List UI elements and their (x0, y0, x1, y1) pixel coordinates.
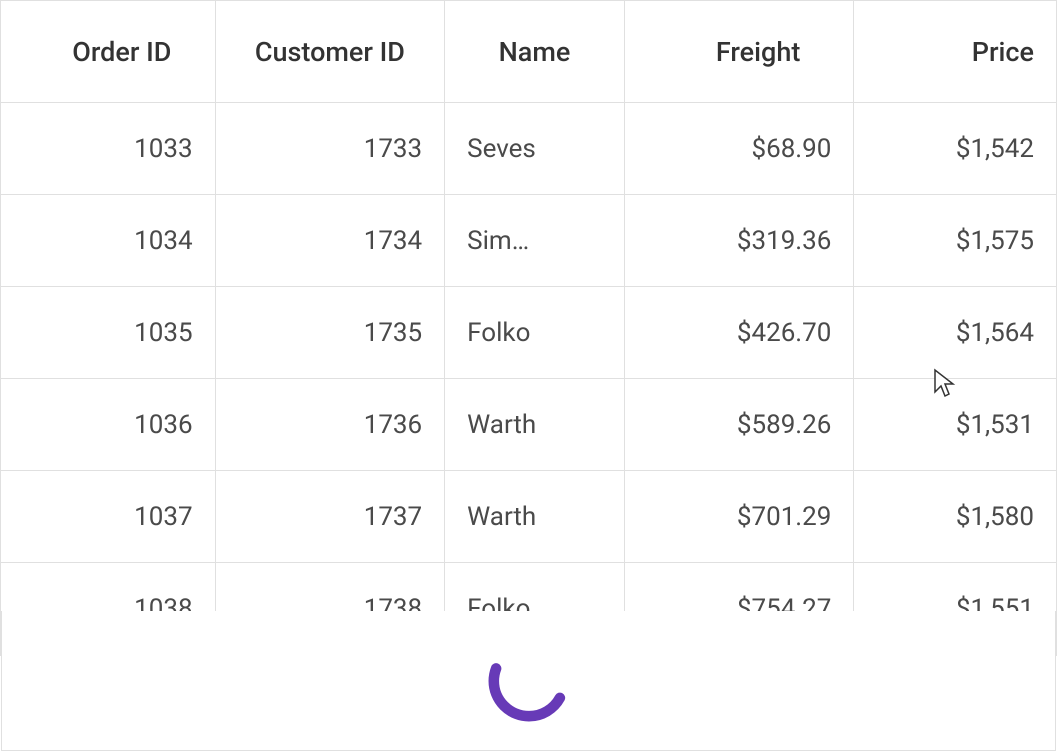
column-header-price[interactable]: Price (854, 1, 1056, 102)
cell-name: Warth (445, 471, 625, 562)
table-header-row: Order ID Customer ID Name Freight Price (1, 1, 1056, 103)
cell-customer-id: 1734 (216, 195, 446, 286)
cell-order-id: 1035 (1, 287, 216, 378)
column-header-customer-id[interactable]: Customer ID (216, 1, 446, 102)
cell-order-id: 1034 (1, 195, 216, 286)
cell-price: $1,542 (854, 103, 1056, 194)
table-row[interactable]: 1037 1737 Warth $701.29 $1,580 (1, 471, 1056, 563)
data-table: Order ID Customer ID Name Freight Price … (0, 0, 1057, 656)
cell-customer-id: 1735 (216, 287, 446, 378)
column-header-freight[interactable]: Freight (625, 1, 855, 102)
cell-price: $1,575 (854, 195, 1056, 286)
table-row[interactable]: 1033 1733 Seves $68.90 $1,542 (1, 103, 1056, 195)
cell-freight: $319.36 (625, 195, 855, 286)
cell-freight: $426.70 (625, 287, 855, 378)
cell-customer-id: 1737 (216, 471, 446, 562)
table-row[interactable]: 1034 1734 Sim… $319.36 $1,575 (1, 195, 1056, 287)
cell-customer-id: 1733 (216, 103, 446, 194)
cell-freight: $701.29 (625, 471, 855, 562)
cell-price: $1,580 (854, 471, 1056, 562)
cell-name: Warth (445, 379, 625, 470)
cell-freight: $589.26 (625, 379, 855, 470)
cell-name: Sim… (445, 195, 625, 286)
cell-name: Folko (445, 287, 625, 378)
cell-name: Seves (445, 103, 625, 194)
table-row[interactable]: 1036 1736 Warth $589.26 $1,531 (1, 379, 1056, 471)
cell-price: $1,564 (854, 287, 1056, 378)
column-header-name[interactable]: Name (445, 1, 625, 102)
column-header-order-id[interactable]: Order ID (1, 1, 216, 102)
cell-order-id: 1033 (1, 103, 216, 194)
table-row[interactable]: 1035 1735 Folko $426.70 $1,564 (1, 287, 1056, 379)
cell-order-id: 1037 (1, 471, 216, 562)
cell-customer-id: 1736 (216, 379, 446, 470)
cell-price: $1,531 (854, 379, 1056, 470)
cell-freight: $68.90 (625, 103, 855, 194)
cell-order-id: 1036 (1, 379, 216, 470)
loading-indicator-area (1, 611, 1056, 751)
loading-spinner-icon (485, 637, 573, 725)
